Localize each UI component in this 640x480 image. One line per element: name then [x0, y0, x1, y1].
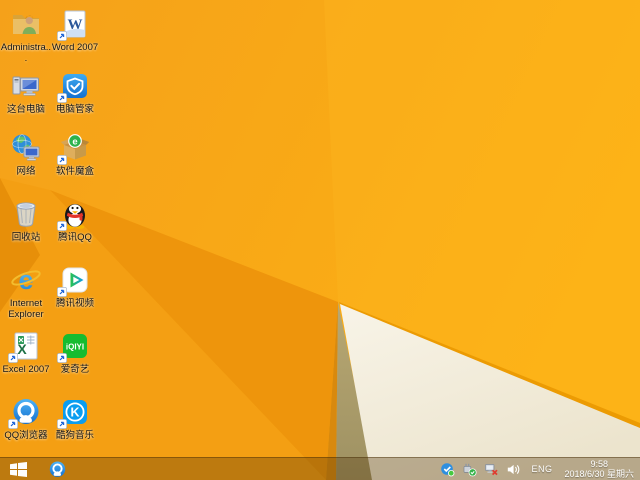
network-disconnected-icon[interactable]	[484, 462, 499, 477]
shortcut-arrow-icon	[57, 155, 67, 165]
system-tray: ENG 9:58 2018/6/30 星期六	[440, 459, 640, 479]
desktop-icon-administrator[interactable]: Administra...	[0, 8, 52, 64]
usb-safely-remove-icon[interactable]	[462, 462, 477, 477]
ie-icon: e	[11, 265, 41, 295]
shortcut-arrow-icon	[57, 93, 67, 103]
pc-manager-tray-icon[interactable]	[440, 462, 455, 477]
icon-label: 腾讯视频	[55, 298, 94, 309]
clock-date: 2018/6/30 星期六	[564, 469, 634, 479]
taskbar-clock[interactable]: 9:58 2018/6/30 星期六	[562, 459, 634, 479]
icon-label: 腾讯QQ	[58, 232, 92, 243]
windows-desktop: { "wallpaper": { "base_left": "#f5a11a",…	[0, 0, 640, 480]
computer-icon	[12, 76, 39, 96]
desktop-icon-network[interactable]: 网络	[0, 132, 52, 177]
shortcut-arrow-icon	[8, 419, 18, 429]
windows-logo-icon	[9, 461, 27, 477]
language-indicator[interactable]: ENG	[528, 464, 555, 474]
shortcut-arrow-icon	[57, 353, 67, 363]
svg-text:W: W	[68, 17, 83, 33]
globe-computer-icon	[12, 134, 40, 161]
desktop-icon-word-2007[interactable]: W Word 2007	[49, 8, 101, 53]
shortcut-arrow-icon	[57, 31, 67, 41]
desktop-icon-tencent-qq[interactable]: 腾讯QQ	[49, 198, 101, 243]
icon-label: QQ浏览器	[4, 430, 48, 441]
icon-label: 软件魔盒	[55, 166, 94, 177]
volume-icon[interactable]	[506, 462, 521, 477]
desktop-icon-internet-explorer[interactable]: e Internet Explorer	[0, 264, 52, 320]
desktop-icon-recycle-bin[interactable]: 回收站	[0, 198, 52, 243]
taskbar-qq-browser-button[interactable]	[42, 458, 72, 480]
shortcut-arrow-icon	[57, 419, 67, 429]
shortcut-arrow-icon	[8, 353, 18, 363]
desktop-icon-qq-browser[interactable]: QQ浏览器	[0, 396, 52, 441]
desktop-icon-pc-manager[interactable]: 电脑管家	[49, 70, 101, 115]
icon-label: Excel 2007	[2, 364, 50, 375]
desktop-icon-kugou-music[interactable]: K 酷狗音乐	[49, 396, 101, 441]
svg-text:K: K	[70, 406, 79, 420]
taskbar: ENG 9:58 2018/6/30 星期六	[0, 457, 640, 480]
icon-label: 电脑管家	[55, 104, 94, 115]
svg-text:e: e	[72, 136, 77, 147]
desktop-icon-iqiyi[interactable]: iQIYI 爱奇艺	[49, 330, 101, 375]
icon-label: 酷狗音乐	[55, 430, 94, 441]
recycle-bin-icon	[16, 202, 36, 227]
desktop-icon-tencent-video[interactable]: 腾讯视频	[49, 264, 101, 309]
icon-label: 爱奇艺	[60, 364, 90, 375]
shortcut-arrow-icon	[57, 221, 67, 231]
svg-text:iQIYI: iQIYI	[66, 343, 84, 352]
icon-label: 网络	[16, 166, 36, 177]
icon-label: 回收站	[11, 232, 41, 243]
user-folder-icon	[13, 15, 39, 34]
icon-label: 这台电脑	[6, 104, 45, 115]
icon-label: Word 2007	[51, 42, 99, 53]
icon-label: Internet Explorer	[8, 298, 44, 320]
icon-label: Administra...	[0, 42, 52, 64]
shortcut-arrow-icon	[57, 287, 67, 297]
qq-browser-icon	[49, 460, 65, 477]
clock-time: 9:58	[590, 459, 608, 469]
desktop-icon-software-box[interactable]: e 软件魔盒	[49, 132, 101, 177]
desktop-icon-this-pc[interactable]: 这台电脑	[0, 70, 52, 115]
start-button[interactable]	[0, 458, 36, 480]
desktop-icon-excel-2007[interactable]: X Excel 2007	[0, 330, 52, 375]
